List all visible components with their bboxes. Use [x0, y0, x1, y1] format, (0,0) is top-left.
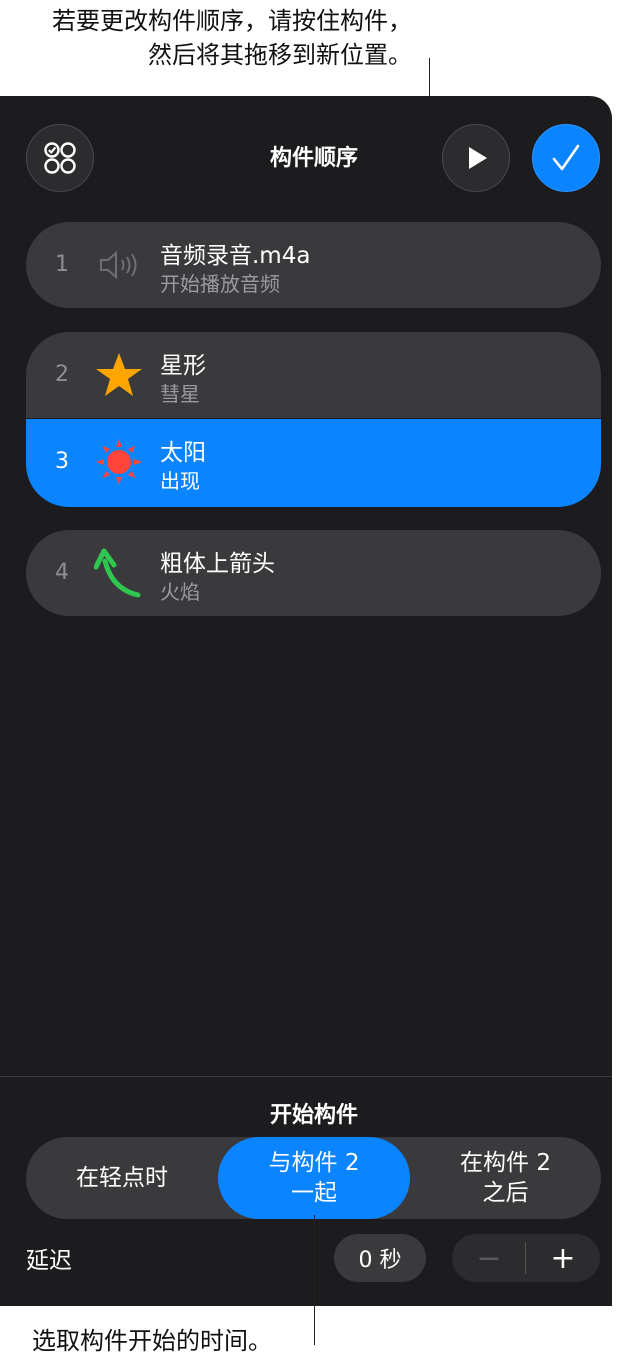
option-after-build-2-line2: 之后 — [482, 1180, 529, 1206]
callout-reorder: 若要更改构件顺序，请按住构件， 然后将其拖移到新位置。 — [0, 4, 412, 72]
build-row-4[interactable]: 4 粗体上箭头 火焰 — [26, 530, 601, 616]
star-icon — [94, 350, 144, 400]
play-button[interactable] — [442, 124, 510, 192]
option-with-build-2[interactable]: 与构件 2 一起 — [218, 1137, 410, 1219]
build-title: 星形 — [160, 353, 206, 379]
delay-value-field[interactable]: 0 秒 — [334, 1234, 426, 1282]
checkmark-icon — [552, 144, 580, 171]
build-title: 音频录音.m4a — [160, 243, 311, 269]
speaker-icon — [94, 240, 144, 290]
build-effect: 彗星 — [160, 382, 200, 406]
decrease-delay-button[interactable]: − — [452, 1234, 526, 1282]
option-on-tap-label: 在轻点时 — [76, 1165, 168, 1191]
increase-delay-button[interactable]: + — [526, 1234, 600, 1282]
four-circles-icon — [44, 142, 76, 174]
delay-label: 延迟 — [26, 1248, 72, 1274]
build-number: 1 — [55, 252, 69, 277]
callout-reorder-line1: 若要更改构件顺序，请按住构件， — [52, 7, 412, 35]
build-title: 太阳 — [160, 440, 206, 466]
start-build-section: 开始构件 在轻点时 与构件 2 一起 在构件 2 之后 延迟 0 秒 − + — [0, 1076, 612, 1306]
curved-arrow-icon — [94, 548, 144, 598]
build-title: 粗体上箭头 — [160, 551, 275, 577]
build-row-2[interactable]: 2 星形 彗星 — [26, 332, 601, 418]
build-order-panel: 构件顺序 1 音频录音.m4a 开始播放音频 2 星形 彗星 3 太阳 出现 4… — [0, 96, 612, 1306]
option-after-build-2[interactable]: 在构件 2 之后 — [410, 1137, 601, 1219]
start-mode-segmented-control: 在轻点时 与构件 2 一起 在构件 2 之后 — [26, 1137, 601, 1219]
start-build-title: 开始构件 — [269, 1103, 358, 1128]
build-number: 3 — [55, 449, 69, 474]
panel-title: 构件顺序 — [269, 146, 358, 171]
build-row-1[interactable]: 1 音频录音.m4a 开始播放音频 — [26, 222, 601, 308]
builds-view-button[interactable] — [26, 124, 94, 192]
delay-stepper: − + — [452, 1234, 600, 1282]
play-icon — [469, 147, 487, 169]
sun-icon — [94, 437, 144, 487]
done-button[interactable] — [532, 124, 600, 192]
option-with-build-2-line2: 一起 — [291, 1180, 337, 1206]
build-effect: 出现 — [160, 469, 200, 493]
build-number: 4 — [55, 560, 69, 585]
callout-start-time: 选取构件开始的时间。 — [32, 1327, 272, 1355]
build-row-3[interactable]: 3 太阳 出现 — [26, 419, 601, 507]
build-number: 2 — [55, 362, 69, 387]
option-after-build-2-line1: 在构件 2 — [460, 1150, 551, 1176]
leader-line-bottom — [314, 1215, 315, 1345]
build-effect: 开始播放音频 — [160, 272, 280, 296]
option-on-tap[interactable]: 在轻点时 — [26, 1137, 218, 1219]
option-with-build-2-line1: 与构件 2 — [268, 1150, 360, 1176]
callout-reorder-line2: 然后将其拖移到新位置。 — [148, 41, 412, 69]
build-effect: 火焰 — [160, 580, 200, 604]
